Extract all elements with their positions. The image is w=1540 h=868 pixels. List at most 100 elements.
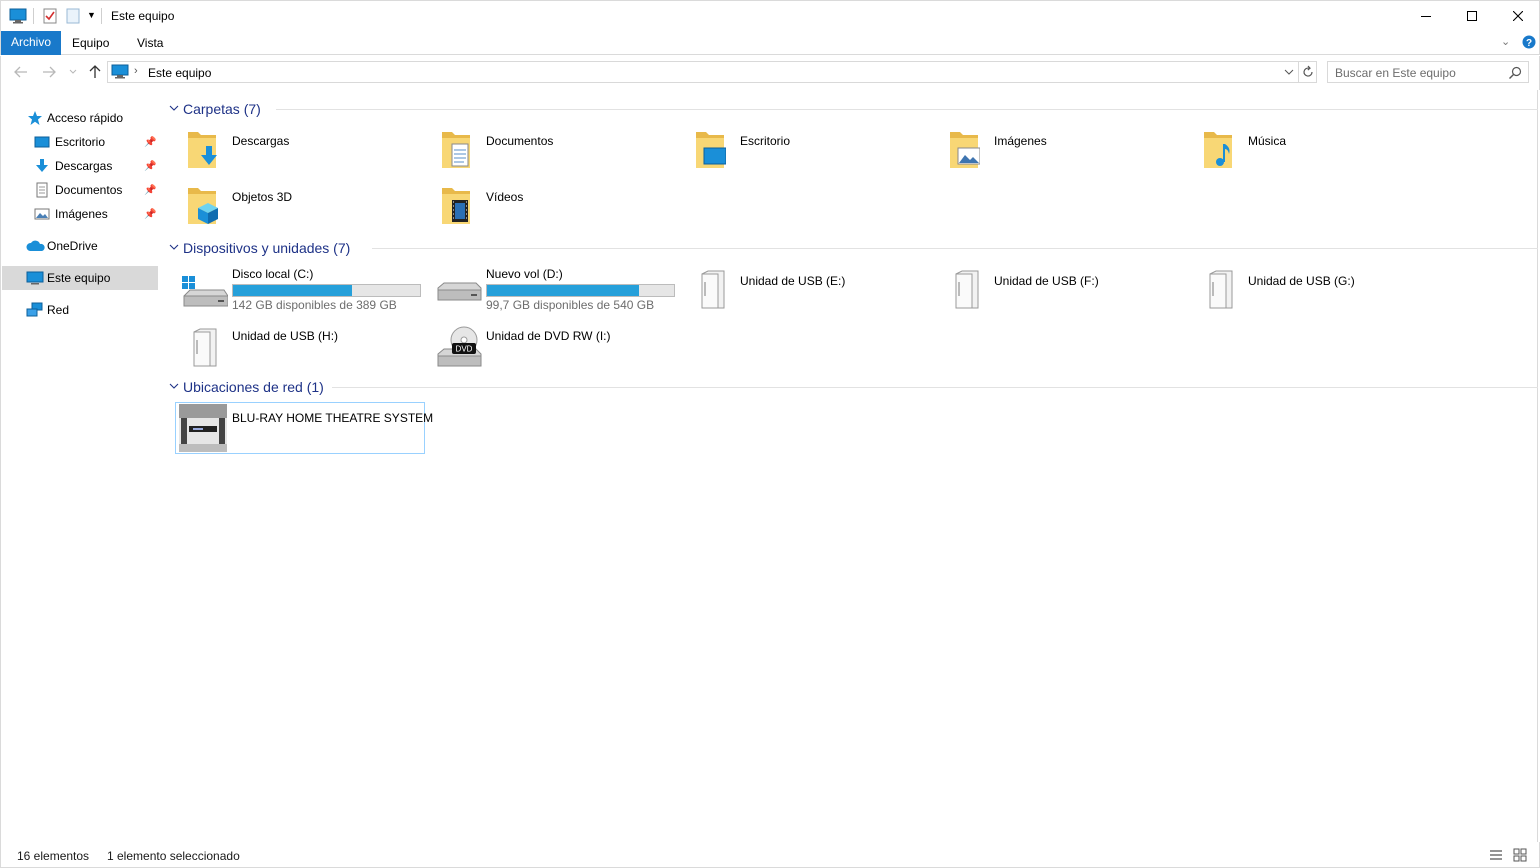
pin-icon: 📌 [144,136,157,148]
pin-icon: 📌 [144,208,157,220]
search-placeholder: Buscar en Este equipo [1335,66,1456,80]
sidebar-item-label: OneDrive [47,239,98,253]
sidebar-item-escritorio[interactable]: Escritorio 📌 [2,130,158,154]
cloud-icon [26,240,45,251]
svg-text:?: ? [1526,38,1532,49]
chevron-down-icon [1284,69,1294,75]
tiles-view-icon[interactable] [1513,848,1527,862]
group-header-carpetas[interactable]: Carpetas (7) [168,99,1538,119]
sidebar-item-red[interactable]: Red [2,298,158,322]
drive-g[interactable]: Unidad de USB (G:) [1192,264,1442,316]
folder-objetos-3d[interactable]: Objetos 3D [176,182,426,234]
drive-space: 99,7 GB disponibles de 540 GB [486,298,655,312]
sidebar-item-documentos[interactable]: Documentos 📌 [2,178,158,202]
sidebar-item-label: Documentos [55,183,123,197]
address-dropdown[interactable] [1284,64,1294,83]
back-button[interactable] [11,62,31,82]
documents-folder-icon [442,132,470,168]
search-input[interactable]: Buscar en Este equipo [1327,61,1529,83]
dvd-badge: DVD [456,345,473,354]
dvd-drive-icon: DVD [437,326,482,367]
back-arrow-icon [14,66,27,78]
folder-name: Escritorio [740,134,791,148]
sidebar-item-label: Escritorio [55,135,106,149]
sidebar-item-onedrive[interactable]: OneDrive [2,234,158,258]
network-location-bluray[interactable]: BLU-RAY HOME THEATRE SYSTEM [175,402,433,454]
sidebar-item-descargas[interactable]: Descargas 📌 [2,154,158,178]
maximize-button[interactable] [1449,1,1495,31]
drive-e[interactable]: Unidad de USB (E:) [684,264,934,316]
folder-documentos[interactable]: Documentos [430,126,680,178]
tab-archivo[interactable]: Archivo [1,31,62,55]
tab-equipo[interactable]: Equipo [62,33,119,55]
folder-name: Descargas [232,134,290,148]
minimize-icon [1421,16,1431,17]
folder-musica[interactable]: Música [1192,126,1442,178]
quick-access-dropdown[interactable]: ▼ [87,10,96,20]
drive-h[interactable]: Unidad de USB (H:) [176,326,426,378]
details-view-icon[interactable] [1489,848,1503,862]
navigation-pane: Acceso rápido Escritorio 📌 Descargas 📌 D… [0,90,160,842]
breadcrumb-separator[interactable]: › [134,65,138,77]
minimize-button[interactable] [1403,1,1449,31]
group-header-dispositivos[interactable]: Dispositivos y unidades (7) [168,238,1538,258]
network-icon [26,302,43,317]
desktop-icon [34,136,50,148]
sidebar-item-este-equipo[interactable]: Este equipo [2,266,158,290]
breadcrumb[interactable]: Este equipo [148,66,211,80]
drive-name: Unidad de USB (G:) [1248,274,1355,288]
drive-d[interactable]: Nuevo vol (D:) 99,7 GB disponibles de 54… [430,264,680,316]
close-button[interactable] [1495,1,1540,31]
drive-usage-fill [487,285,639,296]
forward-button[interactable] [39,62,59,82]
recent-locations-button[interactable] [63,62,83,82]
network-location-name: BLU-RAY HOME THEATRE SYSTEM [232,411,434,425]
drive-usage-bar [486,284,675,297]
folder-imagenes[interactable]: Imágenes [938,126,1188,178]
tab-vista[interactable]: Vista [127,33,173,55]
help-icon[interactable]: ? [1522,35,1536,49]
expand-ribbon-button[interactable]: ⌄ [1501,35,1510,48]
folder-name: Música [1248,134,1287,148]
group-title: Dispositivos y unidades (7) [183,240,351,256]
group-header-ubicaciones-red[interactable]: Ubicaciones de red (1) [168,377,1538,397]
drive-f[interactable]: Unidad de USB (F:) [938,264,1188,316]
search-icon[interactable] [1508,66,1522,80]
sidebar-item-label: Red [47,303,70,317]
maximize-icon [1467,11,1477,21]
properties-icon[interactable] [42,8,58,24]
computer-icon [9,8,27,24]
folder-videos[interactable]: Vídeos [430,182,680,234]
drive-i[interactable]: DVD Unidad de DVD RW (I:) [430,326,680,378]
drive-name: Unidad de USB (F:) [994,274,1099,288]
drive-name: Nuevo vol (D:) [486,267,563,281]
folder-name: Objetos 3D [232,190,293,204]
new-folder-icon[interactable] [65,8,81,24]
forward-arrow-icon [43,66,56,78]
ribbon-tabs: Archivo Equipo Vista ⌄ ? [0,31,1540,55]
sidebar-item-label: Imágenes [55,207,108,221]
folder-escritorio[interactable]: Escritorio [684,126,934,178]
drive-usage-bar [232,284,421,297]
drive-c[interactable]: Disco local (C:) 142 GB disponibles de 3… [176,264,426,316]
folder-descargas[interactable]: Descargas [176,126,426,178]
sidebar-item-acceso-rapido[interactable]: Acceso rápido [2,106,158,130]
hard-drive-icon [437,282,482,301]
chevron-down-icon [169,383,179,389]
drive-space: 142 GB disponibles de 389 GB [232,298,397,312]
drive-name: Unidad de DVD RW (I:) [486,329,611,343]
folder-name: Imágenes [994,134,1047,148]
drive-name: Unidad de USB (H:) [232,329,339,343]
address-bar[interactable]: › Este equipo [107,61,1317,83]
folder-name: Documentos [486,134,554,148]
image-icon [34,208,50,220]
up-arrow-icon [89,65,101,78]
close-icon [1513,11,1523,21]
download-folder-icon [188,132,217,168]
group-title: Ubicaciones de red (1) [183,379,324,395]
sidebar-item-label: Este equipo [47,271,111,285]
refresh-button[interactable] [1301,64,1315,83]
item-count: 16 elementos [17,849,90,863]
sidebar-item-imagenes[interactable]: Imágenes 📌 [2,202,158,226]
up-button[interactable] [85,62,105,82]
